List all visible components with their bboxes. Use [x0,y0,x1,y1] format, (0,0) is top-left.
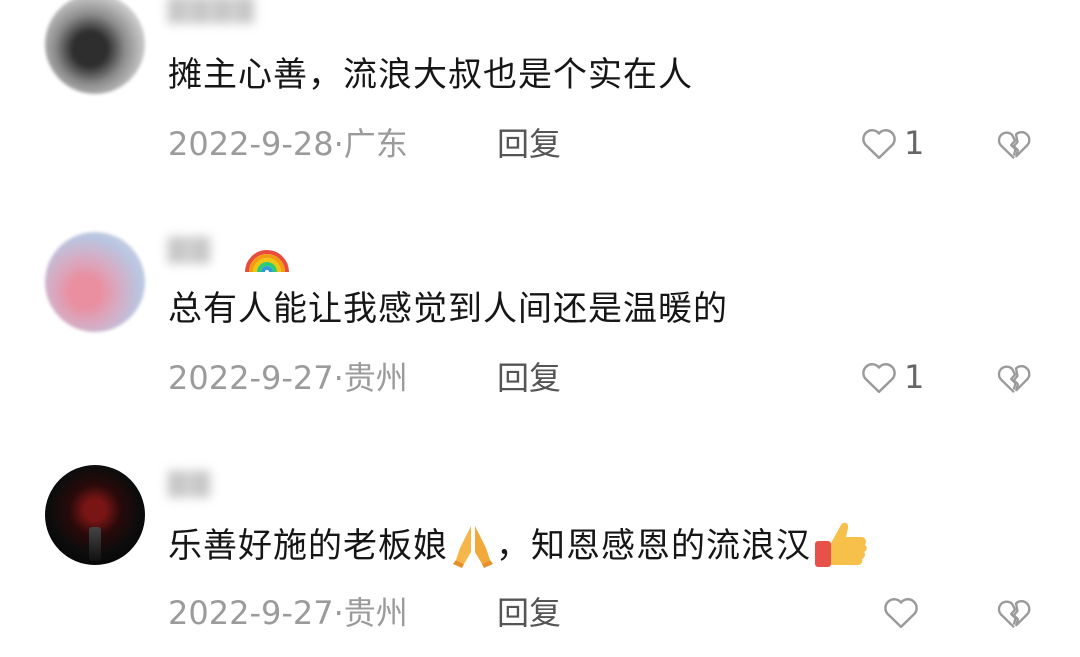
broken-heart-icon [997,600,1031,629]
reply-button[interactable]: 回复 [497,593,561,633]
meta-separator: · [333,594,344,632]
dislike-button[interactable] [994,593,1034,637]
comment-date: 2022-9-27 [168,359,334,397]
broken-heart-icon [997,131,1031,160]
comment-meta: 2022-9-27·贵州 [168,358,408,398]
comment-meta: 2022-9-27·贵州 [168,593,408,633]
dislike-button[interactable] [994,124,1034,168]
like-count: 1 [904,358,925,396]
like-button[interactable]: 1 [858,356,924,398]
avatar[interactable] [45,232,145,332]
comment-date: 2022-9-27 [168,594,334,632]
like-button[interactable] [880,591,926,633]
reply-button[interactable]: 回复 [497,124,561,164]
dislike-button[interactable] [994,358,1034,402]
heart-outline-icon [862,363,896,394]
comment-text-part: 乐善好施的老板娘 [168,526,448,566]
comment-item: ▇▇ 总有人能让我感觉到人间还是温暖的 2022-9-27·贵州 回复 1 [0,200,1080,430]
meta-separator: · [333,125,344,163]
like-button[interactable]: 1 [858,122,924,164]
comment-location: 贵州 [343,594,408,632]
comment-text-part: ，知恩感恩的流浪汉 [496,526,811,566]
comment-text: 乐善好施的老板娘 ，知恩感恩的流浪汉 [168,522,869,569]
comment-username[interactable]: ▇▇ [168,234,212,270]
comment-item: ▇▇ 乐善好施的老板娘 ，知恩感恩的流浪汉 2022-9-27·贵州 回复 [0,430,1080,657]
comment-text: 总有人能让我感觉到人间还是温暖的 [168,289,728,329]
heart-outline-icon [884,598,918,629]
comment-text: 摊主心善，流浪大叔也是个实在人 [168,55,693,95]
comment-username[interactable]: ▇▇ [168,468,212,504]
thumbs-up-icon [815,522,867,567]
reply-button[interactable]: 回复 [497,358,561,398]
comment-location: 贵州 [343,359,408,397]
comment-location: 广东 [343,125,408,163]
comment-item: ▇▇▇▇ 摊主心善，流浪大叔也是个实在人 2022-9-28·广东 回复 1 [0,0,1080,200]
folded-hands-icon [453,525,493,568]
broken-heart-icon [997,365,1031,394]
comment-date: 2022-9-28 [168,125,334,163]
meta-separator: · [333,359,344,397]
avatar[interactable] [45,465,145,565]
comment-meta: 2022-9-28·广东 [168,124,408,164]
rainbow-icon [245,250,289,272]
comment-username[interactable]: ▇▇▇▇ [168,0,256,30]
heart-outline-icon [862,129,896,160]
like-count: 1 [904,124,925,162]
avatar[interactable] [45,0,145,94]
